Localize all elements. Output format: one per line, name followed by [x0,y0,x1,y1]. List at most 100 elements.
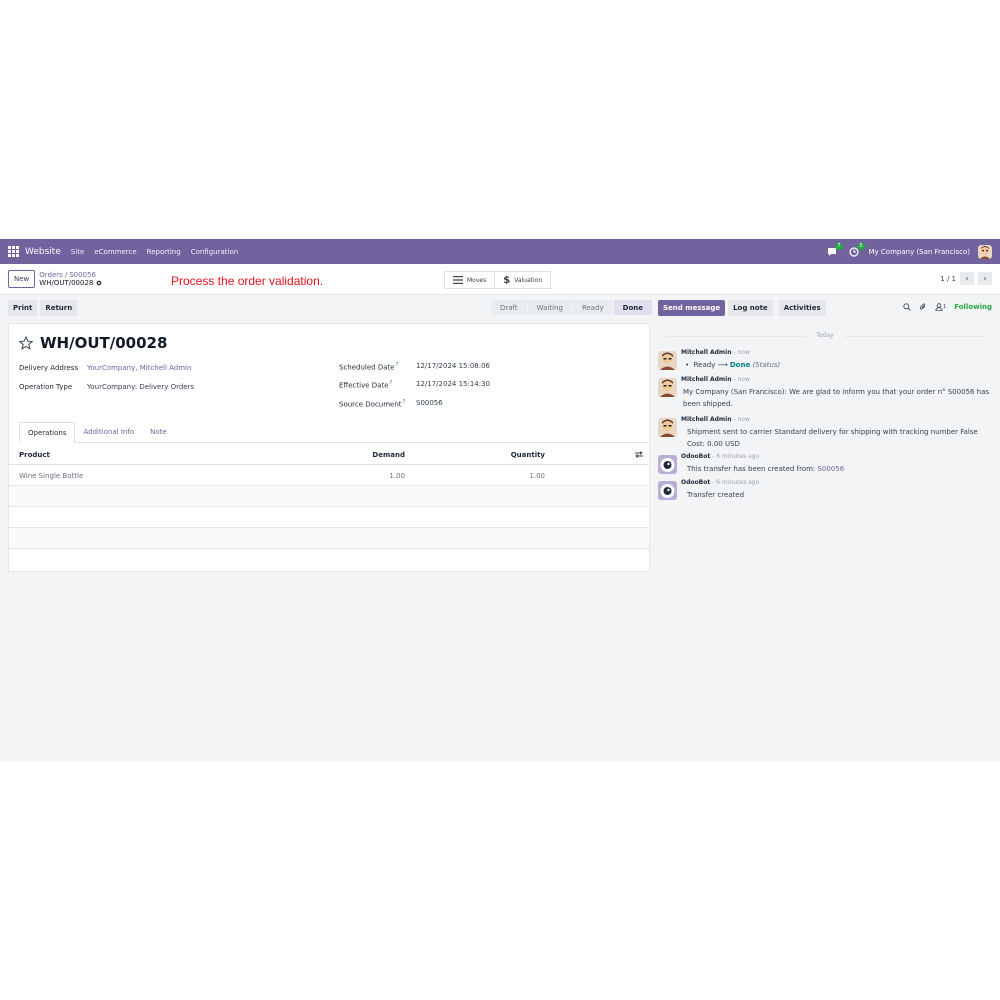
effective-date-field: Effective Date? 12/17/2024 15:14:30 [339,380,490,389]
paperclip-icon[interactable] [919,303,927,311]
breadcrumb: Orders / S00056 WH/OUT/00028 [39,271,102,287]
breadcrumb-orders-link[interactable]: Orders [39,271,63,279]
menu-reporting[interactable]: Reporting [147,248,181,256]
scheduled-date-value[interactable]: 12/17/2024 15:08:06 [416,362,490,371]
status-waiting[interactable]: Waiting [527,300,572,315]
column-demand[interactable]: Demand [372,451,405,459]
menu-site[interactable]: Site [71,248,84,256]
search-icon[interactable] [903,303,911,311]
app-window: Website Site eCommerce Reporting Configu… [0,239,1000,761]
table-header: Product Demand Quantity [9,444,649,465]
company-switcher[interactable]: My Company (San Francisco) [869,248,970,256]
message-author[interactable]: OdooBot [681,453,710,460]
activities-badge: 5 [857,242,865,250]
tab-note[interactable]: Note [142,422,175,442]
star-icon[interactable] [19,336,33,350]
user-avatar[interactable] [978,244,992,259]
status-draft[interactable]: Draft [491,300,527,315]
chatter: Send message Log note Activities 1 Follo… [658,295,1000,761]
followers-button[interactable]: 1 [935,303,946,311]
message-author[interactable]: OdooBot [681,479,710,486]
breadcrumb-current: WH/OUT/00028 [39,279,94,287]
delivery-address-field: Delivery Address YourCompany, Mitchell A… [19,364,191,372]
help-tooltip-icon[interactable]: ? [403,399,406,405]
menu-ecommerce[interactable]: eCommerce [94,248,136,256]
odoobot-avatar[interactable] [658,455,677,474]
following-button[interactable]: Following [954,303,992,311]
dollar-icon: $ [503,274,511,286]
message-text: This transfer has been created from: [687,465,818,473]
print-button[interactable]: Print [8,300,38,316]
chatter-message: Mitchell Admin - now • Ready ⟶ Done (Sta… [658,349,992,371]
gear-icon[interactable] [96,280,102,286]
source-document-label: Source Document [339,400,402,409]
valuation-label: Valuation [514,276,543,284]
scheduled-date-label: Scheduled Date [339,363,395,372]
help-tooltip-icon[interactable]: ? [396,362,399,368]
chatter-message: Mitchell Admin - now Shipment sent to ca… [658,416,992,448]
new-button[interactable]: New [8,270,36,288]
user-icon [935,303,943,311]
chatter-message: OdooBot - 6 minutes ago Transfer created [658,479,992,501]
pager-previous-button[interactable]: ‹ [960,272,974,285]
effective-date-value: 12/17/2024 15:14:30 [416,380,491,388]
date-separator: Today [658,332,992,339]
help-tooltip-icon[interactable]: ? [390,380,393,386]
send-message-button[interactable]: Send message [658,300,726,316]
pager-next-button[interactable]: › [978,272,992,285]
message-text: My Company (San Francisco): We are glad … [683,388,990,396]
message-author[interactable]: Mitchell Admin [681,416,732,423]
tracking-new-value: Done [729,361,751,369]
activities-button[interactable]: Activities [778,300,826,316]
task-instruction: Process the order validation. [171,274,324,288]
table-row[interactable]: Wine Single Bottle 1.00 1.00 [9,465,649,486]
tracking-old-value: Ready [693,361,716,369]
tracking-field-name: (Status) [752,361,781,369]
breadcrumb-so-link[interactable]: S00056 [69,271,96,279]
column-quantity[interactable]: Quantity [511,451,545,459]
message-date: - now [731,416,750,423]
author-avatar[interactable] [658,378,677,397]
messages-button[interactable]: 7 [825,242,843,258]
message-date: - now [731,349,750,356]
optional-columns-icon[interactable] [635,451,643,458]
table-empty-row [9,486,649,507]
pager: 1 / 1 ‹ › [940,272,992,285]
control-panel: New Orders / S00056 WH/OUT/00028 Process t… [0,264,1000,295]
operation-type-field: Operation Type YourCompany: Delivery Ord… [19,383,194,391]
app-name[interactable]: Website [25,247,61,257]
author-avatar[interactable] [658,418,677,437]
arrow-right-icon: ⟶ [717,361,728,369]
table-empty-row [9,507,649,528]
top-navbar: Website Site eCommerce Reporting Configu… [0,239,1000,264]
odoobot-avatar[interactable] [658,481,677,500]
message-text: Transfer created [687,491,745,499]
smart-buttons: Moves $ Valuation [444,271,552,289]
messages-badge: 7 [835,242,843,250]
tab-additional-info[interactable]: Additional Info [75,422,142,442]
delivery-address-value[interactable]: YourCompany, Mitchell Admin [87,364,191,372]
author-avatar[interactable] [658,351,677,370]
message-date: - now [731,376,750,383]
message-author[interactable]: Mitchell Admin [681,349,732,356]
return-button[interactable]: Return [40,300,78,316]
activities-button[interactable]: 5 [847,242,865,258]
moves-smart-button[interactable]: Moves [445,272,495,288]
app-menu-grid-icon[interactable] [8,246,19,257]
column-product[interactable]: Product [19,451,50,459]
status-ready[interactable]: Ready [572,300,613,315]
list-icon [453,276,463,284]
tab-operations[interactable]: Operations [19,422,76,443]
valuation-smart-button[interactable]: $ Valuation [494,272,551,288]
cell-quantity: 1.00 [529,472,545,480]
message-text: been shipped. [683,400,733,408]
operation-type-value[interactable]: YourCompany: Delivery Orders [87,383,194,391]
status-done[interactable]: Done [613,300,653,315]
operation-type-label: Operation Type [19,383,73,391]
menu-configuration[interactable]: Configuration [191,248,238,256]
source-document-value[interactable]: S00056 [416,399,443,408]
message-author[interactable]: Mitchell Admin [681,376,732,383]
pager-value[interactable]: 1 / 1 [940,275,956,283]
source-order-link[interactable]: S00056 [817,465,844,473]
log-note-button[interactable]: Log note [728,300,773,316]
